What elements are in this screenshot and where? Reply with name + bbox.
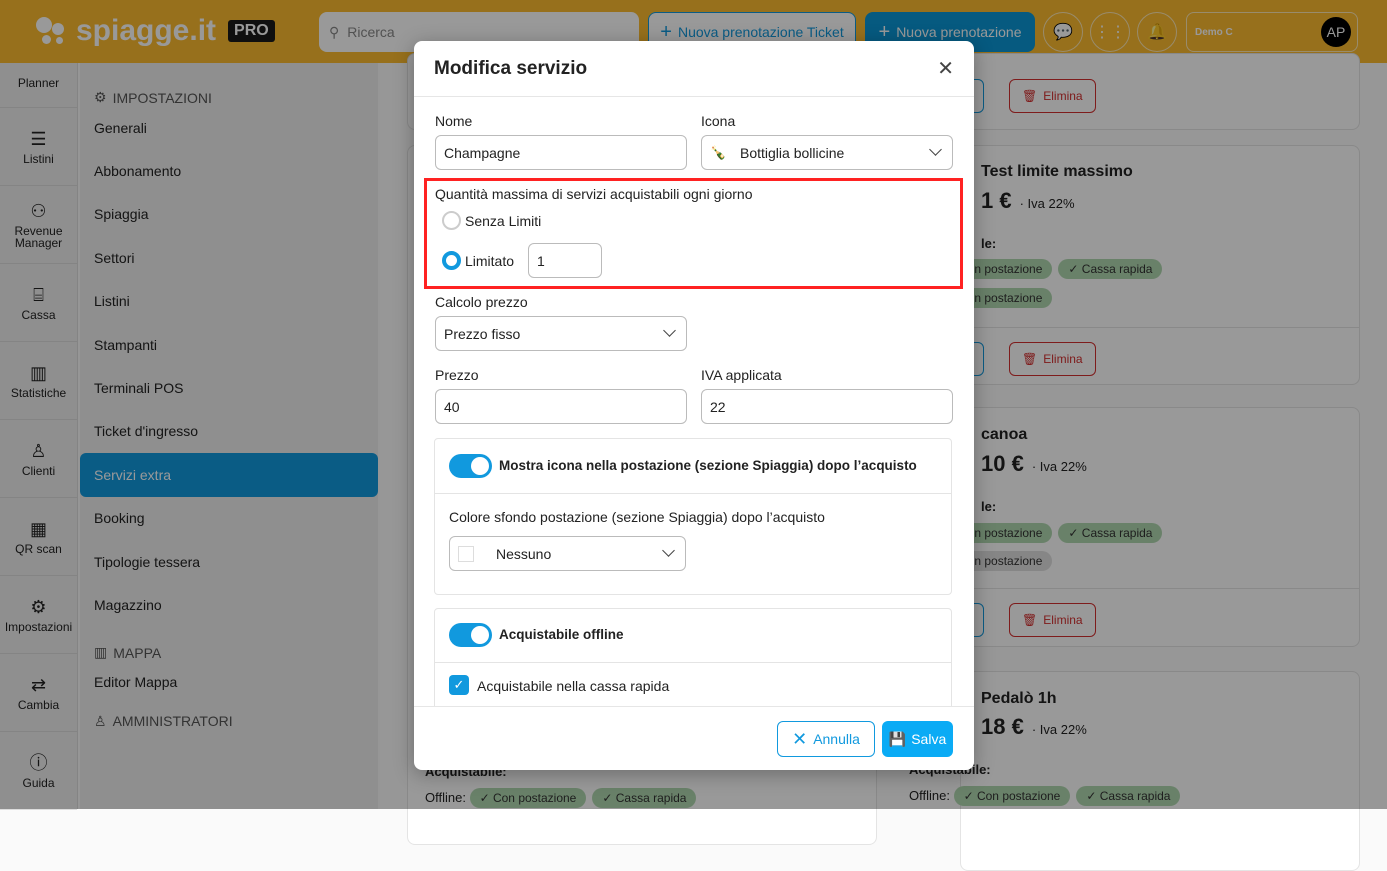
vat-input[interactable]: 22: [701, 389, 953, 424]
price-calc-value: Prezzo fisso: [444, 325, 521, 342]
bottle-icon: 🍾: [710, 144, 727, 160]
show-icon-label: Mostra icona nella postazione (sezione S…: [499, 458, 917, 473]
chevron-down-icon: [929, 143, 942, 156]
bg-color-value: Nessuno: [496, 545, 552, 562]
show-icon-panel: Mostra icona nella postazione (sezione S…: [434, 438, 952, 595]
name-input[interactable]: Champagne: [435, 135, 687, 170]
cancel-button[interactable]: ✕ Annulla: [777, 721, 875, 757]
limit-input[interactable]: 1: [528, 243, 602, 278]
price-label: Prezzo: [435, 367, 479, 383]
price-calc-select[interactable]: Prezzo fisso: [435, 316, 687, 351]
label: Annulla: [813, 731, 860, 747]
unlimited-label: Senza Limiti: [465, 213, 542, 229]
offline-label: Acquistabile offline: [499, 627, 624, 642]
color-swatch: [458, 545, 474, 562]
save-button[interactable]: 💾 Salva: [882, 721, 953, 757]
icon-value: Bottiglia bollicine: [740, 144, 845, 161]
chevron-down-icon: [663, 324, 676, 337]
radio-limited[interactable]: [442, 251, 461, 270]
cassa-label: Acquistabile nella cassa rapida: [477, 678, 670, 694]
limited-label: Limitato: [465, 253, 515, 269]
icon-select[interactable]: 🍾 Bottiglia bollicine: [701, 135, 953, 170]
edit-service-modal: Modifica servizio ✕ Nome Champagne Icona …: [414, 41, 974, 770]
radio-unlimited[interactable]: [442, 211, 461, 230]
chevron-down-icon: [662, 544, 675, 557]
cassa-checkbox[interactable]: ✓: [449, 675, 469, 695]
label: Salva: [911, 731, 947, 747]
bg-color-select[interactable]: Nessuno: [449, 536, 686, 571]
close-icon[interactable]: ✕: [937, 56, 954, 81]
floppy-icon: 💾: [888, 730, 907, 747]
price-calc-label: Calcolo prezzo: [435, 294, 528, 310]
name-label: Nome: [435, 113, 473, 129]
close-icon: ✕: [792, 728, 808, 749]
bg-color-label: Colore sfondo postazione (sezione Spiagg…: [449, 509, 825, 525]
offline-toggle[interactable]: [449, 623, 492, 647]
vat-label: IVA applicata: [701, 367, 782, 383]
modal-title: Modifica servizio: [434, 57, 588, 79]
show-icon-toggle[interactable]: [449, 454, 492, 478]
icon-label: Icona: [701, 113, 736, 129]
price-input[interactable]: 40: [435, 389, 687, 424]
offline-panel: Acquistabile offline ✓ Acquistabile nell…: [434, 608, 952, 706]
max-quantity-label: Quantità massima di servizi acquistabili…: [435, 186, 753, 202]
